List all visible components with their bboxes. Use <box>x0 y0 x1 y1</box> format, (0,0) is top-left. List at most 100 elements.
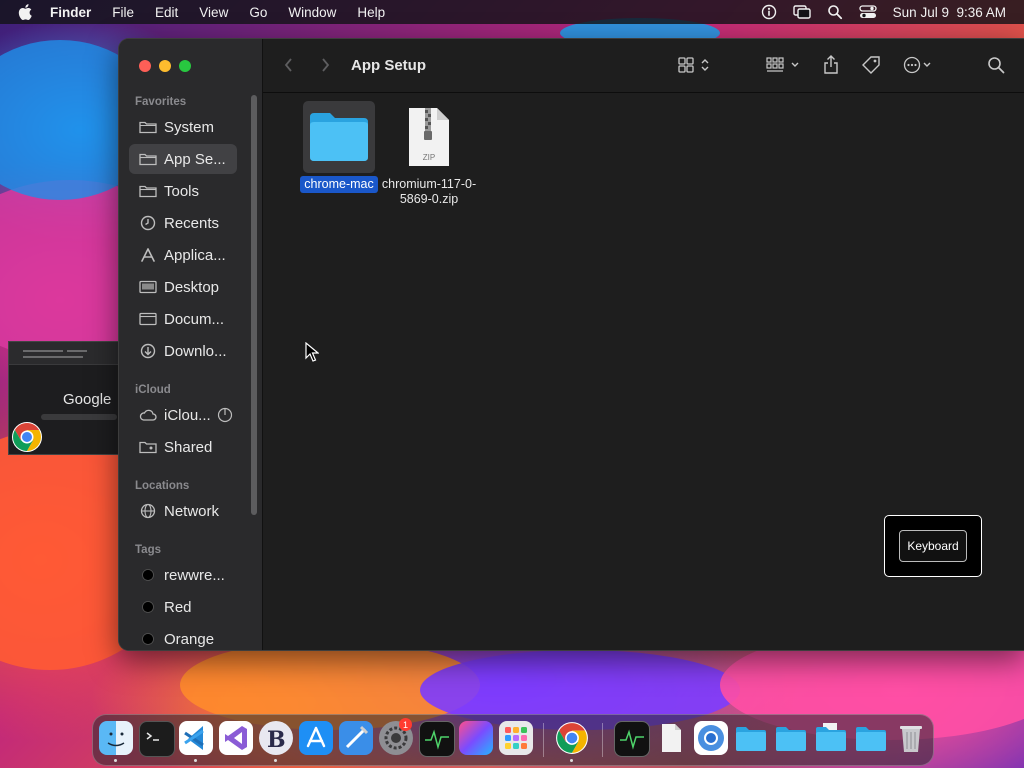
applications-icon <box>138 247 158 263</box>
dock-finder-icon[interactable] <box>99 721 133 755</box>
menu-clock[interactable]: Sun Jul 9 9:36 AM <box>893 5 1006 20</box>
group-button[interactable] <box>766 55 804 75</box>
folder-icon <box>138 183 158 199</box>
menu-bar: Finder File Edit View Go Window Help Sun… <box>0 0 1024 24</box>
tag-dot-icon <box>138 631 158 647</box>
mouse-cursor-icon <box>305 342 319 362</box>
screen-mirroring-icon[interactable] <box>792 4 811 20</box>
forward-button[interactable] <box>319 55 331 75</box>
menu-edit[interactable]: Edit <box>155 5 178 20</box>
sidebar-item-app-setup[interactable]: App Se... <box>129 144 237 174</box>
dock-vscode-icon[interactable] <box>179 721 213 755</box>
shared-folder-icon <box>138 439 158 455</box>
finder-sidebar: Favorites System App Se... Tools Recents… <box>119 39 263 650</box>
minimize-window-button[interactable] <box>159 60 171 72</box>
sidebar-tag-red[interactable]: Red <box>129 592 237 622</box>
dock-document-icon[interactable] <box>654 721 688 755</box>
search-icon <box>988 57 1005 74</box>
view-mode-button[interactable] <box>678 55 714 75</box>
dock-folder-icon[interactable] <box>734 721 768 755</box>
dock-activity-monitor-2-icon[interactable] <box>614 721 650 757</box>
dock-activity-monitor-icon[interactable] <box>419 721 455 757</box>
sync-progress-icon <box>217 407 232 423</box>
dock-chromium-icon[interactable] <box>694 721 728 755</box>
menu-app-name[interactable]: Finder <box>50 5 91 20</box>
desktop-screenshot-thumbnail[interactable]: Google <box>8 341 122 455</box>
more-actions-button[interactable] <box>903 55 939 75</box>
dock-trash-icon[interactable] <box>894 721 928 755</box>
sidebar-section-tags: Tags <box>135 544 161 556</box>
file-item-chrome-mac[interactable]: chrome-mac <box>289 101 389 193</box>
menu-help[interactable]: Help <box>357 5 385 20</box>
dock-xcode-icon[interactable] <box>339 721 373 755</box>
sidebar-item-tools[interactable]: Tools <box>129 176 237 206</box>
keyboard-overlay-panel: Keyboard <box>884 515 982 577</box>
sidebar-item-label: Tools <box>164 182 200 200</box>
dock-shortcuts-icon[interactable] <box>459 721 493 755</box>
apple-menu-icon[interactable] <box>16 2 36 22</box>
menu-go[interactable]: Go <box>249 5 267 20</box>
icon-view-grid-icon <box>678 57 709 73</box>
chevron-right-icon <box>322 58 330 72</box>
sidebar-section-icloud: iCloud <box>135 384 171 396</box>
menu-file[interactable]: File <box>112 5 134 20</box>
keyboard-button[interactable]: Keyboard <box>899 530 967 562</box>
share-icon <box>824 55 838 74</box>
sidebar-item-system[interactable]: System <box>129 112 237 142</box>
globe-icon <box>138 503 158 519</box>
dock: B 1 <box>92 714 934 766</box>
thumbnail-search-bar <box>41 414 117 420</box>
thumbnail-titlebar <box>9 342 121 365</box>
sidebar-item-downloads[interactable]: Downlo... <box>129 336 237 366</box>
dock-terminal-icon[interactable] <box>139 721 175 757</box>
clock-icon <box>138 215 158 231</box>
sidebar-item-label: Network <box>164 502 220 520</box>
sidebar-section-favorites: Favorites <box>135 96 187 108</box>
file-item-chromium-zip[interactable]: ZIP chromium-117-0- 5869-0.zip <box>377 101 481 208</box>
file-name: chrome-mac <box>300 176 378 193</box>
folder-icon <box>303 101 375 173</box>
sidebar-item-icloud-drive[interactable]: iClou... <box>129 400 237 430</box>
sidebar-item-network[interactable]: Network <box>129 496 237 526</box>
folder-icon <box>138 151 158 167</box>
sidebar-tag-rewwre[interactable]: rewwre... <box>129 560 237 590</box>
thumbnail-google-logo: Google <box>63 391 112 408</box>
sidebar-scrollbar[interactable] <box>251 95 257 515</box>
dock-launchpad-icon[interactable] <box>499 721 533 755</box>
chevron-left-icon <box>284 58 292 72</box>
close-window-button[interactable] <box>139 60 151 72</box>
sidebar-section-locations: Locations <box>135 480 190 492</box>
dock-folder-icon[interactable] <box>774 721 808 755</box>
menu-view[interactable]: View <box>199 5 228 20</box>
sidebar-item-label: System <box>164 118 215 136</box>
sidebar-item-label: Recents <box>164 214 220 232</box>
sidebar-item-desktop[interactable]: Desktop <box>129 272 237 302</box>
sidebar-item-label: Applica... <box>164 246 226 264</box>
cloud-icon <box>138 407 158 423</box>
sidebar-item-label: Shared <box>164 438 213 456</box>
dock-folder-icon[interactable] <box>854 721 888 755</box>
back-button[interactable] <box>283 55 295 75</box>
zip-file-icon: ZIP <box>393 101 465 173</box>
share-button[interactable] <box>823 55 839 75</box>
sidebar-item-label: Red <box>164 598 192 616</box>
dock-bbedit-icon[interactable]: B <box>259 721 293 755</box>
file-name: chromium-117-0- 5869-0.zip <box>381 177 477 206</box>
menu-window[interactable]: Window <box>288 5 336 20</box>
sidebar-item-label: Downlo... <box>164 342 227 360</box>
spotlight-search-icon[interactable] <box>827 4 843 20</box>
sidebar-tag-orange[interactable]: Orange <box>129 624 237 650</box>
dock-app-store-icon[interactable] <box>299 721 333 755</box>
dock-visual-studio-icon[interactable] <box>219 721 253 755</box>
sidebar-item-shared[interactable]: Shared <box>129 432 237 462</box>
sidebar-item-recents[interactable]: Recents <box>129 208 237 238</box>
search-button[interactable] <box>987 55 1005 75</box>
sidebar-item-documents[interactable]: Docum... <box>129 304 237 334</box>
accessibility-icon[interactable] <box>761 4 777 20</box>
control-center-icon[interactable] <box>859 4 877 20</box>
zoom-window-button[interactable] <box>179 60 191 72</box>
sidebar-item-applications[interactable]: Applica... <box>129 240 237 270</box>
dock-chrome-icon[interactable] <box>555 721 589 755</box>
tag-button[interactable] <box>861 55 881 75</box>
dock-folder-icon[interactable] <box>814 721 848 755</box>
